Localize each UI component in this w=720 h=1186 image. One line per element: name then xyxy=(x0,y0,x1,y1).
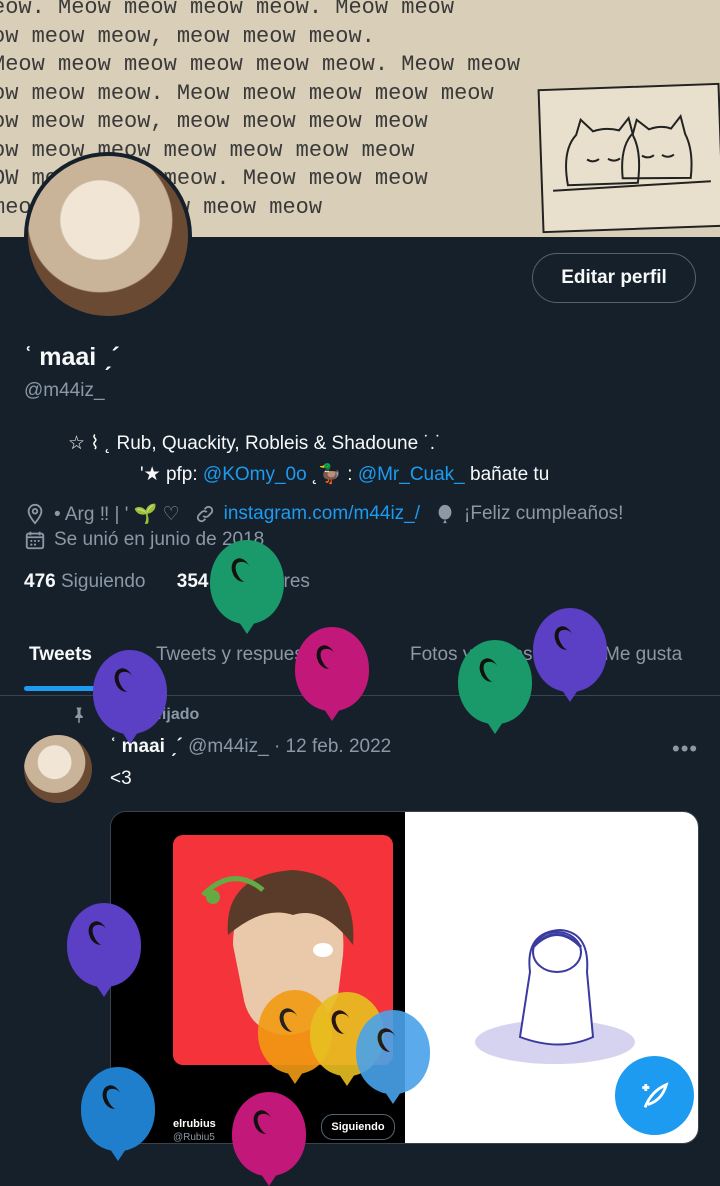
compose-tweet-button[interactable] xyxy=(615,1056,694,1135)
bio-text: bañate tu xyxy=(464,464,550,485)
profile-handle: @m44iz_ xyxy=(24,380,105,401)
embedded-user-name: elrubius xyxy=(173,1118,216,1130)
balloon-decoration xyxy=(356,1010,430,1094)
embedded-user-handle: @Rubiu5 xyxy=(173,1132,215,1143)
link-icon xyxy=(196,505,213,523)
balloon-decoration xyxy=(210,540,284,624)
compose-feather-icon xyxy=(641,1081,669,1108)
profile-avatar[interactable] xyxy=(24,152,192,320)
banner-line: ow meow meow, meow meow meow. xyxy=(0,23,375,49)
tweet-header: ʿ maai ˏ´ @m44iz_ · 12 feb. 2022 xyxy=(110,736,391,758)
balloon-decoration xyxy=(67,903,141,987)
banner-line: ow meow meow, meow meow meow meow xyxy=(0,109,428,134)
balloon-decoration xyxy=(295,627,369,711)
birthday-item: ¡Feliz cumpleaños! xyxy=(434,503,623,525)
following-link[interactable]: 476 Siguiendo xyxy=(24,571,146,592)
bio-line: ☆ ⌇ ˛ Rub, Quackity, Robleis & Shadoune … xyxy=(68,433,442,454)
balloon-decoration xyxy=(458,640,532,724)
website-item[interactable]: instagram.com/m44iz_/ xyxy=(194,503,420,525)
location-text: • Arg ‼ | ' 🌱 ♡ xyxy=(54,504,180,525)
balloon-decoration xyxy=(81,1067,155,1151)
profile-meta: • Arg ‼ | ' 🌱 ♡ instagram.com/m44iz_/ ¡F… xyxy=(24,502,637,526)
banner-line: Meow meow meow meow meow meow. Meow meow xyxy=(0,52,521,77)
calendar-icon xyxy=(25,531,45,550)
cat-drawing xyxy=(537,82,720,234)
bio-mention-link[interactable]: @KOmy_0o xyxy=(203,464,307,485)
balloon-decoration xyxy=(93,650,167,734)
tweet-avatar[interactable] xyxy=(24,735,92,803)
following-count: 476 xyxy=(24,571,56,592)
balloon-decoration xyxy=(232,1092,306,1176)
balloon-icon xyxy=(438,504,452,524)
following-label: Siguiendo xyxy=(60,571,146,592)
tab-likes[interactable]: Me gusta xyxy=(604,644,682,666)
location-item: • Arg ‼ | ' 🌱 ♡ xyxy=(24,502,180,526)
tab-tweets[interactable]: Tweets xyxy=(29,644,92,666)
balloon-decoration xyxy=(533,608,607,692)
pin-icon xyxy=(75,707,83,724)
tweet-author-name[interactable]: ʿ maai ˏ´ xyxy=(110,736,183,757)
banner-line: ow meow meow. Meow meow meow meow meow xyxy=(0,80,494,106)
tweet-text: <3 xyxy=(110,768,132,789)
birthday-text: ¡Feliz cumpleaños! xyxy=(464,503,624,524)
edit-profile-button[interactable]: Editar perfil xyxy=(532,253,696,303)
more-options-icon[interactable]: ••• xyxy=(672,736,698,762)
tweet-meta[interactable]: @m44iz_ · 12 feb. 2022 xyxy=(188,736,391,757)
profile-bio: ☆ ⌇ ˛ Rub, Quackity, Robleis & Shadoune … xyxy=(0,428,720,490)
bio-mention-link[interactable]: @Mr_Cuak_ xyxy=(358,464,465,485)
bio-line: '★ pfp: @KOmy_0o ˛🦆 : @Mr_Cuak_ bañate t… xyxy=(0,459,720,490)
profile-name: ʿ maai ˏ´ xyxy=(24,343,120,371)
tweet-media[interactable]: elrubius @Rubiu5 Siguiendo xyxy=(110,811,699,1144)
banner-line: eow. Meow meow meow meow. Meow meow xyxy=(0,0,455,20)
bio-text: '★ pfp: xyxy=(140,464,203,485)
embedded-follow-button: Siguiendo xyxy=(321,1114,395,1140)
bio-text: ˛🦆 : xyxy=(306,464,358,485)
location-pin-icon xyxy=(27,503,43,525)
followers-count: 354 xyxy=(176,571,209,592)
website-link[interactable]: instagram.com/m44iz_/ xyxy=(224,503,420,525)
